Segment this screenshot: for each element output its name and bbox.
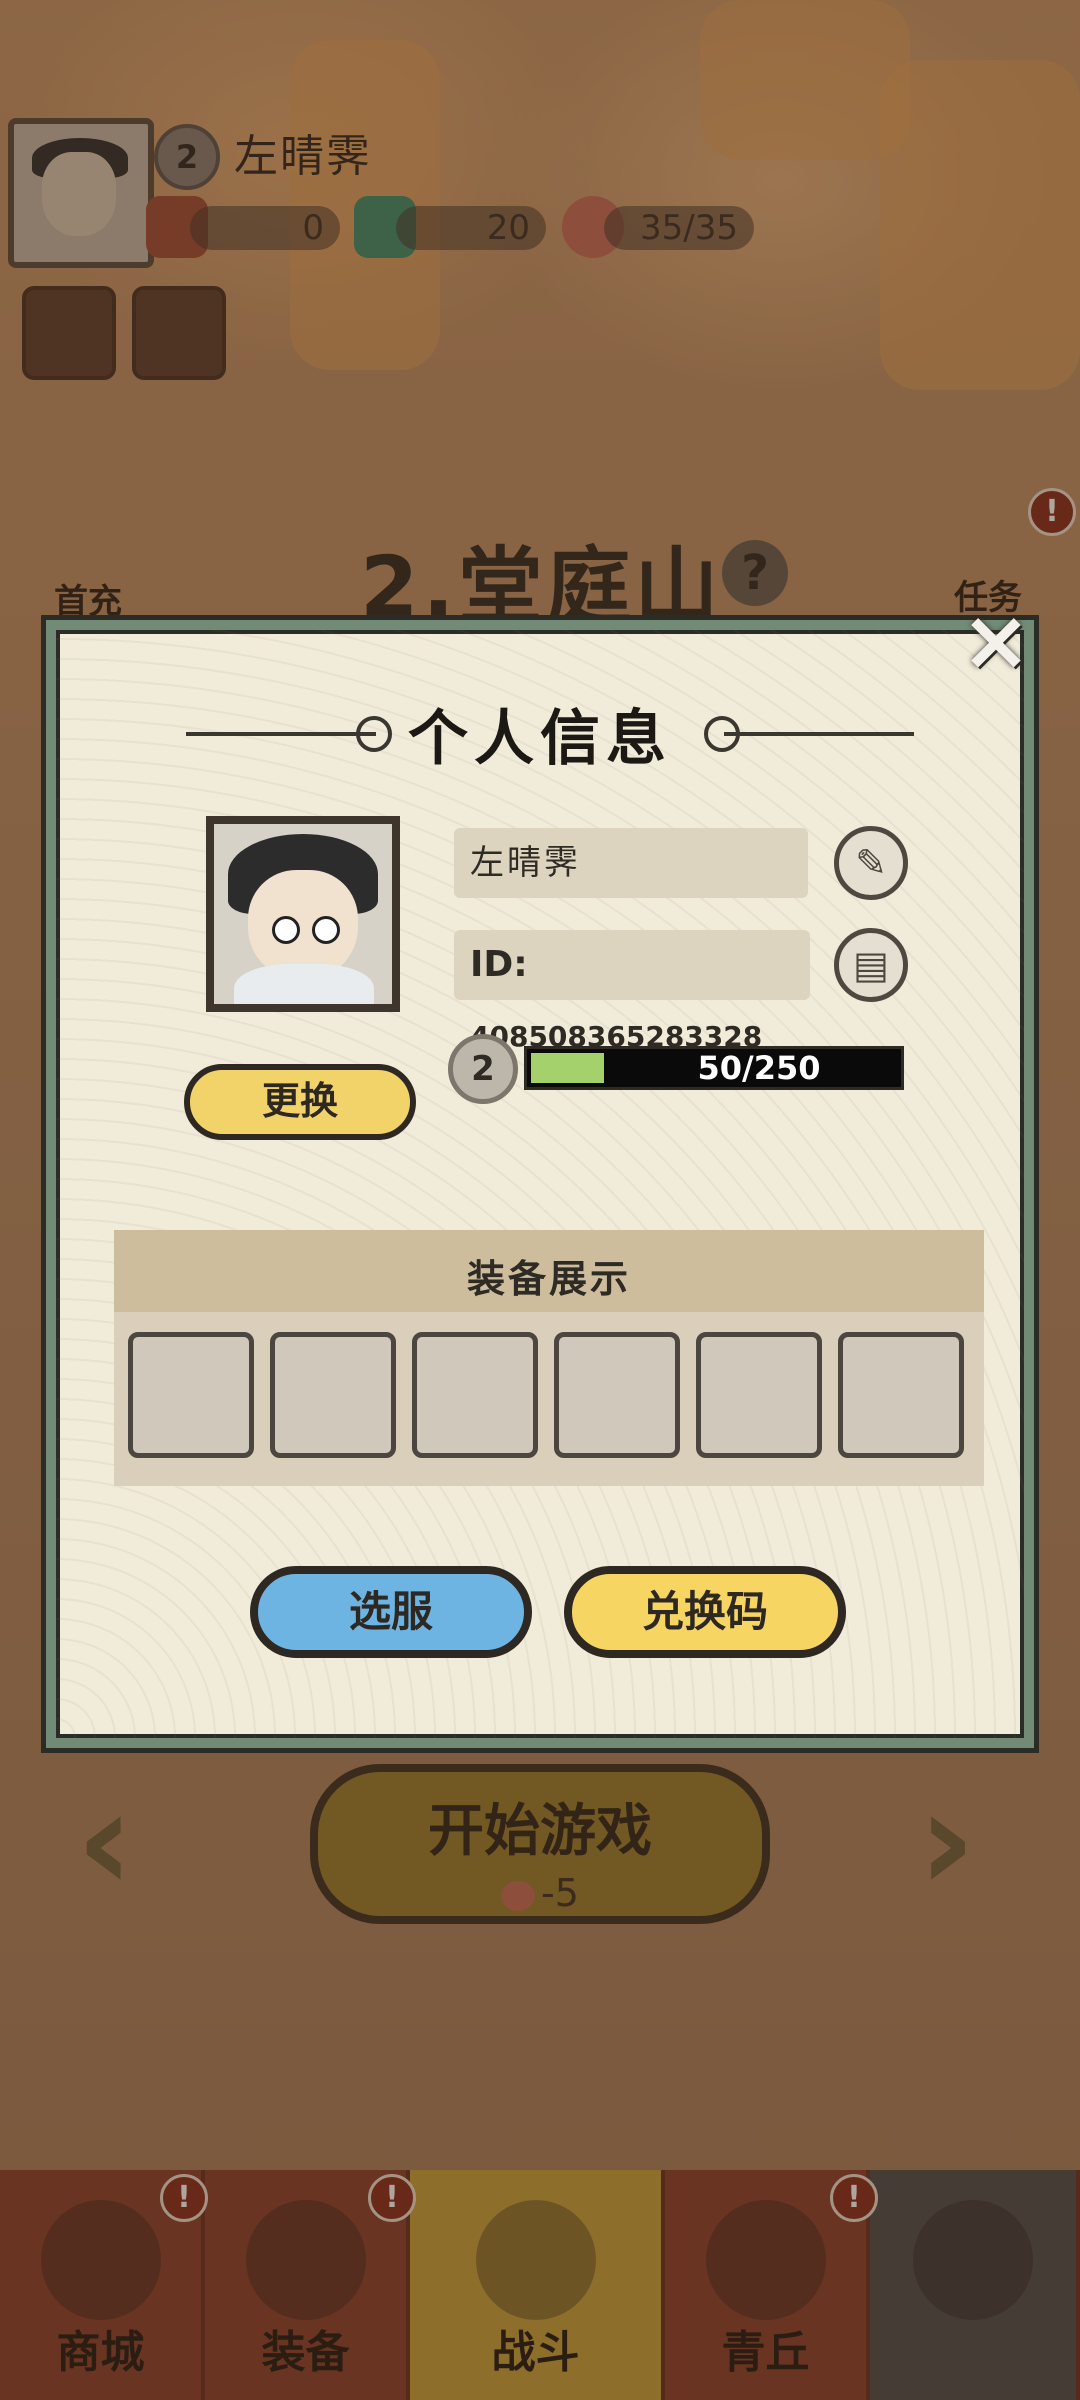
equipment-slot[interactable] bbox=[412, 1332, 538, 1458]
copy-id-icon[interactable]: ▤ bbox=[834, 928, 908, 1002]
personal-info-dialog: 个人信息 更换 左晴霁 ✎ ID: 408508365283328 ▤ 2 50… bbox=[41, 615, 1039, 1753]
player-id-field: ID: 408508365283328 bbox=[454, 930, 810, 1053]
xp-progress-bar: 50/250 bbox=[524, 1046, 904, 1090]
profile-avatar bbox=[206, 816, 400, 1012]
equipment-slot[interactable] bbox=[838, 1332, 964, 1458]
xp-progress-text: 50/250 bbox=[697, 1049, 821, 1087]
equipment-showcase-title: 装备展示 bbox=[466, 1257, 631, 1301]
equipment-showcase: 装备展示 bbox=[114, 1230, 984, 1486]
change-avatar-button[interactable]: 更换 bbox=[184, 1064, 416, 1140]
close-icon[interactable]: × bbox=[956, 598, 1036, 682]
equipment-slot[interactable] bbox=[128, 1332, 254, 1458]
title-divider-right bbox=[724, 732, 914, 736]
equipment-slot[interactable] bbox=[696, 1332, 822, 1458]
player-name-field: 左晴霁 bbox=[454, 828, 808, 898]
redeem-code-button[interactable]: 兑换码 bbox=[564, 1566, 846, 1658]
equipment-slot[interactable] bbox=[270, 1332, 396, 1458]
player-level-badge: 2 bbox=[448, 1034, 518, 1104]
edit-name-brush-icon[interactable]: ✎ bbox=[834, 826, 908, 900]
select-server-button[interactable]: 选服 bbox=[250, 1566, 532, 1658]
equipment-slot[interactable] bbox=[554, 1332, 680, 1458]
id-label: ID: bbox=[470, 944, 528, 985]
